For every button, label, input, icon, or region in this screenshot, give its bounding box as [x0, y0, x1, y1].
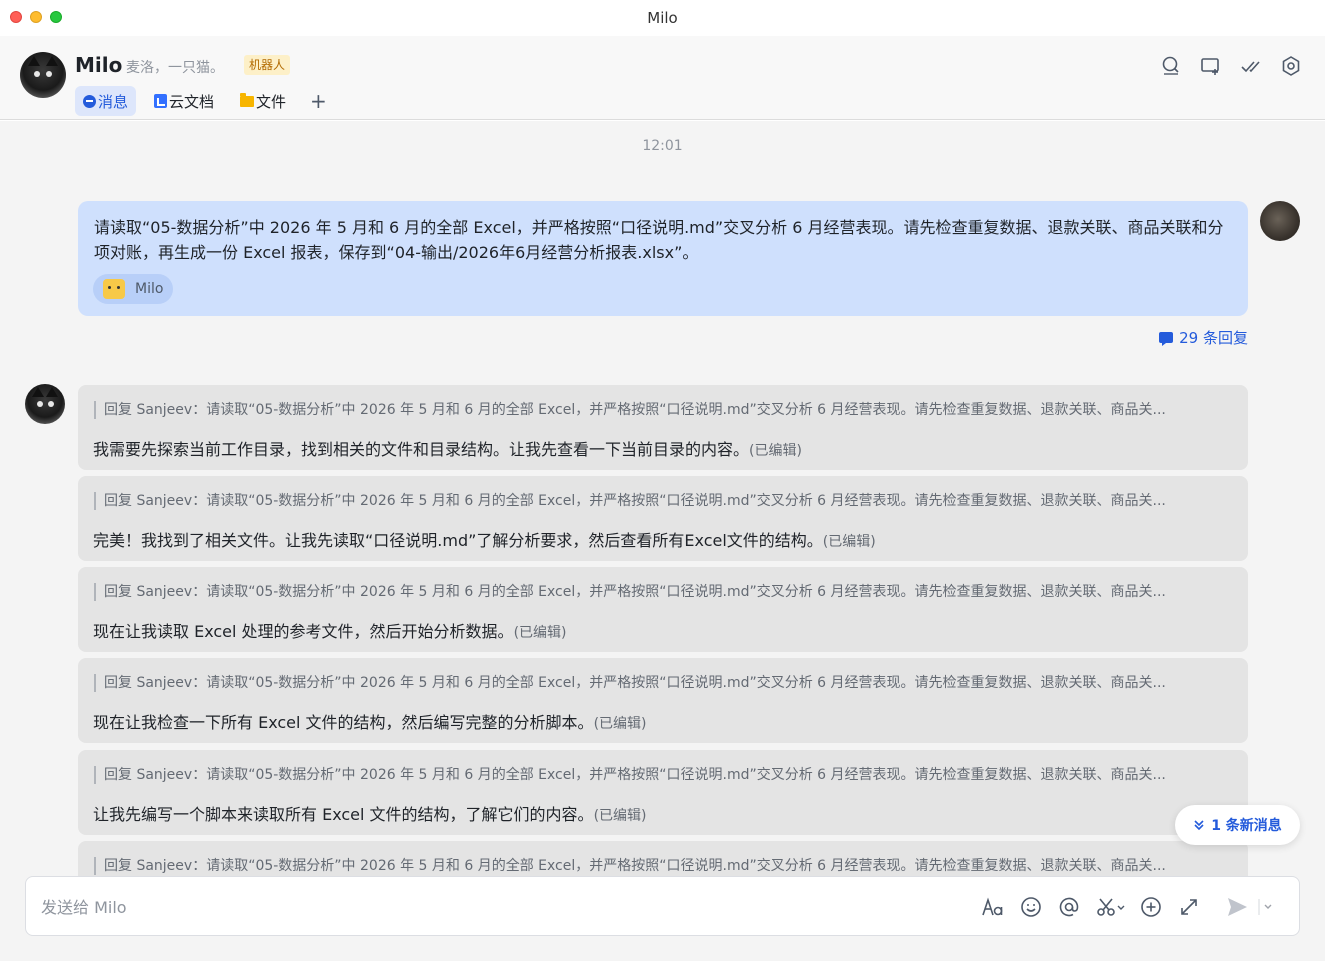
edited-label: (已编辑)	[749, 443, 802, 459]
my-message-bubble[interactable]: 请读取“05-数据分析”中 2026 年 5 月和 6 月的全部 Excel，并…	[78, 201, 1248, 316]
screenshot-button[interactable]	[1095, 895, 1125, 919]
text-format-icon	[982, 897, 1003, 916]
mark-done-button[interactable]	[1239, 54, 1263, 78]
reply-quote: 回复 Sanjeev：请读取“05-数据分析”中 2026 年 5 月和 6 月…	[94, 674, 1222, 692]
gear-icon	[1282, 56, 1300, 76]
message-list[interactable]: 12:01 请读取“05-数据分析”中 2026 年 5 月和 6 月的全部 E…	[0, 121, 1325, 961]
reply-text: 我需要先探索当前工作目录，找到相关的文件和目录结构。让我先查看一下当前目录的内容…	[93, 440, 802, 459]
add-to-chat-button[interactable]	[1199, 54, 1223, 78]
chat-tabs: 消息 云文档 文件 +	[75, 86, 333, 116]
reply-text: 让我先编写一个脚本来读取所有 Excel 文件的结构，了解它们的内容。(已编辑)	[93, 805, 647, 824]
folder-icon	[240, 92, 255, 107]
bot-reply-card[interactable]: 回复 Sanjeev：请读取“05-数据分析”中 2026 年 5 月和 6 月…	[78, 567, 1248, 652]
emoji-icon	[1021, 897, 1041, 917]
tab-label: 云文档	[169, 92, 215, 111]
reply-quote: 回复 Sanjeev：请读取“05-数据分析”中 2026 年 5 月和 6 月…	[94, 492, 1222, 510]
emoji-button[interactable]	[1019, 895, 1043, 919]
reply-text: 现在让我检查一下所有 Excel 文件的结构，然后编写完整的分析脚本。(已编辑)	[93, 713, 647, 732]
at-icon	[1059, 897, 1079, 917]
mention-button[interactable]	[1057, 895, 1081, 919]
bot-reply-card[interactable]: 回复 Sanjeev：请读取“05-数据分析”中 2026 年 5 月和 6 月…	[78, 385, 1248, 470]
add-tab-button[interactable]: +	[304, 89, 333, 113]
chat-name[interactable]: Milo	[75, 53, 122, 77]
bot-avatar[interactable]	[20, 52, 66, 98]
reply-quote: 回复 Sanjeev：请读取“05-数据分析”中 2026 年 5 月和 6 月…	[94, 766, 1222, 784]
message-icon	[83, 94, 96, 108]
send-options-button[interactable]	[1257, 895, 1275, 919]
more-actions-button[interactable]	[1139, 895, 1163, 919]
edited-label: (已编辑)	[822, 534, 876, 550]
reply-text: 现在让我读取 Excel 处理的参考文件，然后开始分析数据。(已编辑)	[93, 622, 567, 641]
add-screen-icon	[1201, 58, 1219, 75]
tab-cloud-docs[interactable]: 云文档	[146, 86, 222, 116]
window-title: Milo	[647, 9, 678, 27]
chat-description: 麦洛，一只猫。	[126, 60, 224, 76]
bot-avatar[interactable]	[25, 384, 65, 424]
chevron-down-icon	[1258, 899, 1272, 915]
timestamp: 12:01	[642, 138, 683, 154]
new-messages-label: 1 条新消息	[1211, 818, 1282, 834]
reply-quote: 回复 Sanjeev：请读取“05-数据分析”中 2026 年 5 月和 6 月…	[94, 857, 1222, 875]
chevron-down-icon	[1193, 819, 1205, 831]
bot-reply-card[interactable]: 回复 Sanjeev：请读取“05-数据分析”中 2026 年 5 月和 6 月…	[78, 658, 1248, 743]
my-message-text: 请读取“05-数据分析”中 2026 年 5 月和 6 月的全部 Excel，并…	[94, 218, 1224, 262]
message-input[interactable]	[41, 895, 941, 919]
tab-label: 文件	[256, 92, 287, 111]
replies-count: 29 条回复	[1179, 329, 1248, 347]
search-icon	[1162, 56, 1179, 75]
edited-label: (已编辑)	[593, 808, 647, 824]
edited-label: (已编辑)	[593, 716, 647, 732]
message-composer	[25, 876, 1300, 936]
reply-text: 完美！我找到了相关文件。让我先读取“口径说明.md”了解分析要求，然后查看所有E…	[93, 531, 876, 550]
settings-button[interactable]	[1279, 54, 1303, 78]
expand-icon	[1181, 899, 1197, 915]
reply-quote: 回复 Sanjeev：请读取“05-数据分析”中 2026 年 5 月和 6 月…	[94, 401, 1222, 419]
mention-chip[interactable]: Milo	[93, 274, 174, 304]
search-chat-button[interactable]	[1159, 54, 1183, 78]
bot-face-icon	[103, 279, 125, 299]
send-icon	[1228, 898, 1247, 916]
bot-reply-card[interactable]: 回复 Sanjeev：请读取“05-数据分析”中 2026 年 5 月和 6 月…	[78, 750, 1248, 835]
reply-icon	[1159, 332, 1174, 346]
bot-badge: 机器人	[244, 55, 291, 75]
chat-header: Milo 麦洛，一只猫。 机器人 消息 云文档 文件 +	[0, 36, 1325, 120]
bot-reply-card[interactable]: 回复 Sanjeev：请读取“05-数据分析”中 2026 年 5 月和 6 月…	[78, 476, 1248, 561]
expand-composer-button[interactable]	[1177, 895, 1201, 919]
title-bar: Milo	[0, 0, 1325, 36]
tab-files[interactable]: 文件	[232, 86, 294, 116]
tab-label: 消息	[98, 92, 129, 111]
double-check-icon	[1241, 61, 1260, 73]
new-messages-button[interactable]: 1 条新消息	[1175, 805, 1300, 845]
doc-icon	[154, 94, 168, 108]
send-button[interactable]	[1225, 895, 1249, 919]
header-toolbar	[1143, 54, 1303, 78]
plus-circle-icon	[1141, 897, 1161, 917]
scissors-icon	[1097, 898, 1125, 916]
edited-label: (已编辑)	[513, 625, 567, 641]
user-avatar[interactable]	[1260, 201, 1300, 241]
composer-toolbar	[981, 894, 1289, 920]
tab-messages[interactable]: 消息	[75, 86, 137, 116]
mention-label: Milo	[135, 281, 164, 297]
reply-quote: 回复 Sanjeev：请读取“05-数据分析”中 2026 年 5 月和 6 月…	[94, 583, 1222, 601]
thread-replies-link[interactable]: 29 条回复	[1159, 327, 1248, 348]
text-format-button[interactable]	[981, 895, 1005, 919]
